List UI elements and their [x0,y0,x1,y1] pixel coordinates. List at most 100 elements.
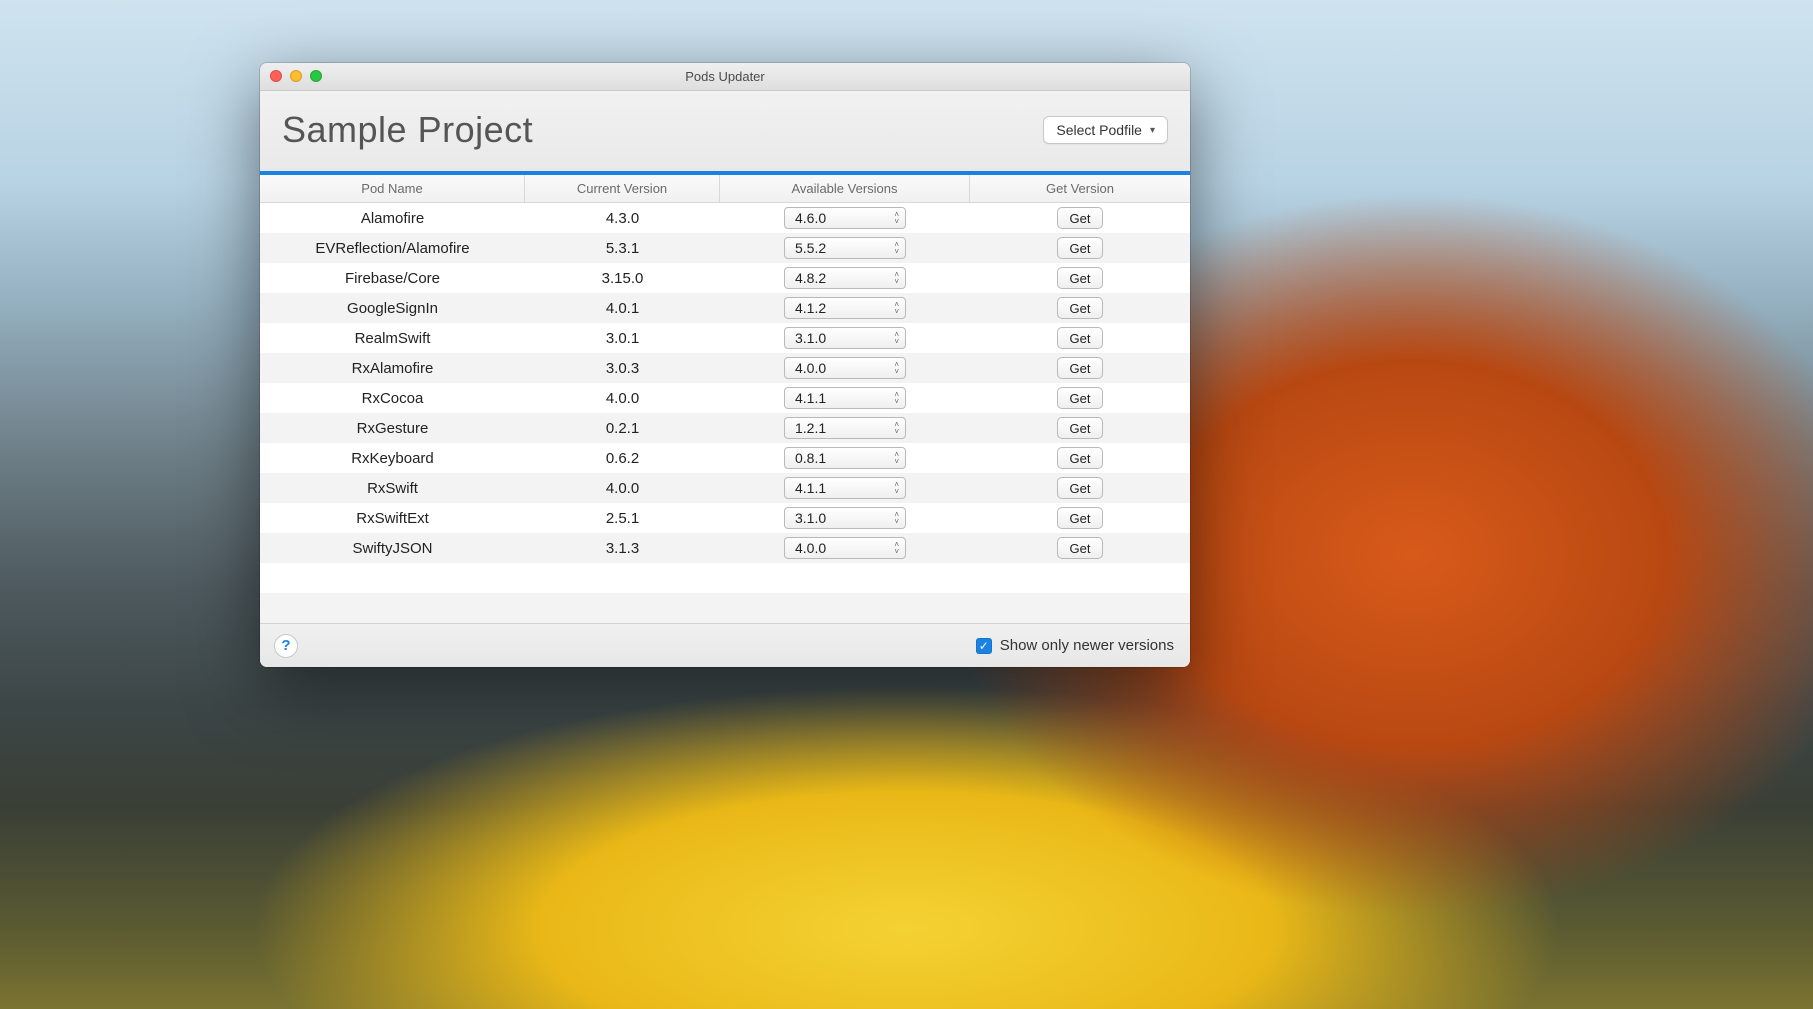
get-button[interactable]: Get [1057,447,1104,469]
available-version-cell: 4.1.2˄˅ [720,293,970,323]
current-version: 4.0.0 [525,473,720,503]
current-version: 4.0.1 [525,293,720,323]
select-podfile-button[interactable]: Select Podfile ▾ [1043,116,1168,144]
app-window: Pods Updater Sample Project Select Podfi… [260,63,1190,667]
get-version-cell: Get [970,263,1190,293]
table-row[interactable]: SwiftyJSON3.1.3 4.0.0˄˅ Get [260,533,1190,563]
pod-name: GoogleSignIn [260,293,525,323]
project-name: Sample Project [282,109,533,151]
available-version-value: 4.0.0 [795,360,826,376]
toolbar: Sample Project Select Podfile ▾ [260,91,1190,171]
available-version-cell: 0.8.1˄˅ [720,443,970,473]
get-version-cell: Get [970,353,1190,383]
get-button[interactable]: Get [1057,507,1104,529]
stepper-icon: ˄˅ [894,482,899,494]
available-version-picker[interactable]: 3.1.0 ˄˅ [784,327,906,349]
current-version: 5.3.1 [525,233,720,263]
pod-name: RxCocoa [260,383,525,413]
available-version-value: 4.1.2 [795,300,826,316]
available-version-cell: 4.6.0 ˄˅ [720,203,970,233]
table-row[interactable]: RxCocoa4.0.0 4.1.1˄˅ Get [260,383,1190,413]
pod-name: Alamofire [260,203,525,233]
table-row[interactable]: RxKeyboard0.6.20.8.1˄˅Get [260,443,1190,473]
get-button[interactable]: Get [1057,327,1104,349]
available-version-cell: 5.5.2˄˅ [720,233,970,263]
minimize-icon[interactable] [290,70,302,82]
get-version-cell: Get [970,233,1190,263]
column-header-get[interactable]: Get Version [970,175,1190,202]
current-version: 3.0.3 [525,353,720,383]
show-newer-label: Show only newer versions [1000,637,1174,654]
available-version-value: 4.1.1 [795,480,826,496]
available-version-value: 0.8.1 [795,450,826,466]
column-header-name[interactable]: Pod Name [260,175,525,202]
table-row[interactable]: RealmSwift3.0.13.1.0˄˅Get [260,323,1190,353]
get-version-cell: Get [970,473,1190,503]
available-version-picker[interactable]: 4.8.2˄˅ [784,267,906,289]
get-version-cell: Get [970,383,1190,413]
available-version-picker[interactable]: 3.1.0˄˅ [784,507,906,529]
table-row[interactable]: RxSwift4.0.04.1.1˄˅Get [260,473,1190,503]
available-version-value: 3.1.0 [795,330,826,346]
stepper-icon: ˄˅ [894,422,899,434]
available-version-cell: 1.2.1˄˅ [720,413,970,443]
table-row[interactable]: EVReflection/Alamofire5.3.1 5.5.2˄˅ Get [260,233,1190,263]
column-header-current[interactable]: Current Version [525,175,720,202]
show-newer-checkbox[interactable]: ✓ Show only newer versions [976,637,1174,654]
available-version-cell: 4.0.0 ˄˅ [720,353,970,383]
column-header-available[interactable]: Available Versions [720,175,970,202]
available-version-picker[interactable]: 4.1.1˄˅ [784,387,906,409]
help-button[interactable]: ? [274,634,298,658]
available-version-picker[interactable]: 4.1.2˄˅ [784,297,906,319]
stepper-icon: ˄˅ [894,362,899,374]
get-button[interactable]: Get [1057,207,1104,229]
statusbar: ? ✓ Show only newer versions [260,623,1190,667]
get-version-cell: Get [970,533,1190,563]
table-row[interactable]: Alamofire4.3.04.6.0˄˅Get [260,203,1190,233]
available-version-picker[interactable]: 4.6.0 ˄˅ [784,207,906,229]
get-button[interactable]: Get [1057,237,1104,259]
available-version-picker[interactable]: 4.1.1 ˄˅ [784,477,906,499]
pod-name: RxAlamofire [260,353,525,383]
stepper-icon: ˄˅ [894,212,899,224]
window-title: Pods Updater [685,69,765,84]
available-version-picker[interactable]: 0.8.1˄˅ [784,447,906,469]
titlebar[interactable]: Pods Updater [260,63,1190,91]
available-version-value: 3.1.0 [795,510,826,526]
get-button[interactable]: Get [1057,267,1104,289]
table-row[interactable]: RxGesture0.2.11.2.1˄˅Get [260,413,1190,443]
table-row-empty [260,593,1190,623]
get-button[interactable]: Get [1057,417,1104,439]
get-button[interactable]: Get [1057,387,1104,409]
available-version-picker[interactable]: 1.2.1˄˅ [784,417,906,439]
current-version: 0.6.2 [525,443,720,473]
get-button[interactable]: Get [1057,297,1104,319]
current-version: 4.0.0 [525,383,720,413]
zoom-icon[interactable] [310,70,322,82]
pod-name: SwiftyJSON [260,533,525,563]
available-version-value: 4.6.0 [795,210,826,226]
checkbox-checked-icon: ✓ [976,638,992,654]
pod-name: EVReflection/Alamofire [260,233,525,263]
pod-name: RxGesture [260,413,525,443]
available-version-cell: 4.1.1˄˅ [720,383,970,413]
available-version-picker[interactable]: 4.0.0 ˄˅ [784,357,906,379]
chevron-down-icon: ▾ [1150,125,1155,136]
available-version-cell: 4.8.2˄˅ [720,263,970,293]
get-button[interactable]: Get [1057,477,1104,499]
table-row[interactable]: RxAlamofire3.0.3 4.0.0 ˄˅ Get [260,353,1190,383]
table-row[interactable]: GoogleSignIn4.0.1 4.1.2˄˅ Get [260,293,1190,323]
table-row[interactable]: RxSwiftExt2.5.13.1.0˄˅Get [260,503,1190,533]
get-button[interactable]: Get [1057,537,1104,559]
available-version-picker[interactable]: 5.5.2˄˅ [784,237,906,259]
available-version-value: 5.5.2 [795,240,826,256]
pod-name: RealmSwift [260,323,525,353]
table-row[interactable]: Firebase/Core3.15.04.8.2˄˅Get [260,263,1190,293]
close-icon[interactable] [270,70,282,82]
stepper-icon: ˄˅ [894,542,899,554]
stepper-icon: ˄˅ [894,332,899,344]
available-version-picker[interactable]: 4.0.0˄˅ [784,537,906,559]
help-icon: ? [281,637,290,654]
current-version: 3.1.3 [525,533,720,563]
get-button[interactable]: Get [1057,357,1104,379]
